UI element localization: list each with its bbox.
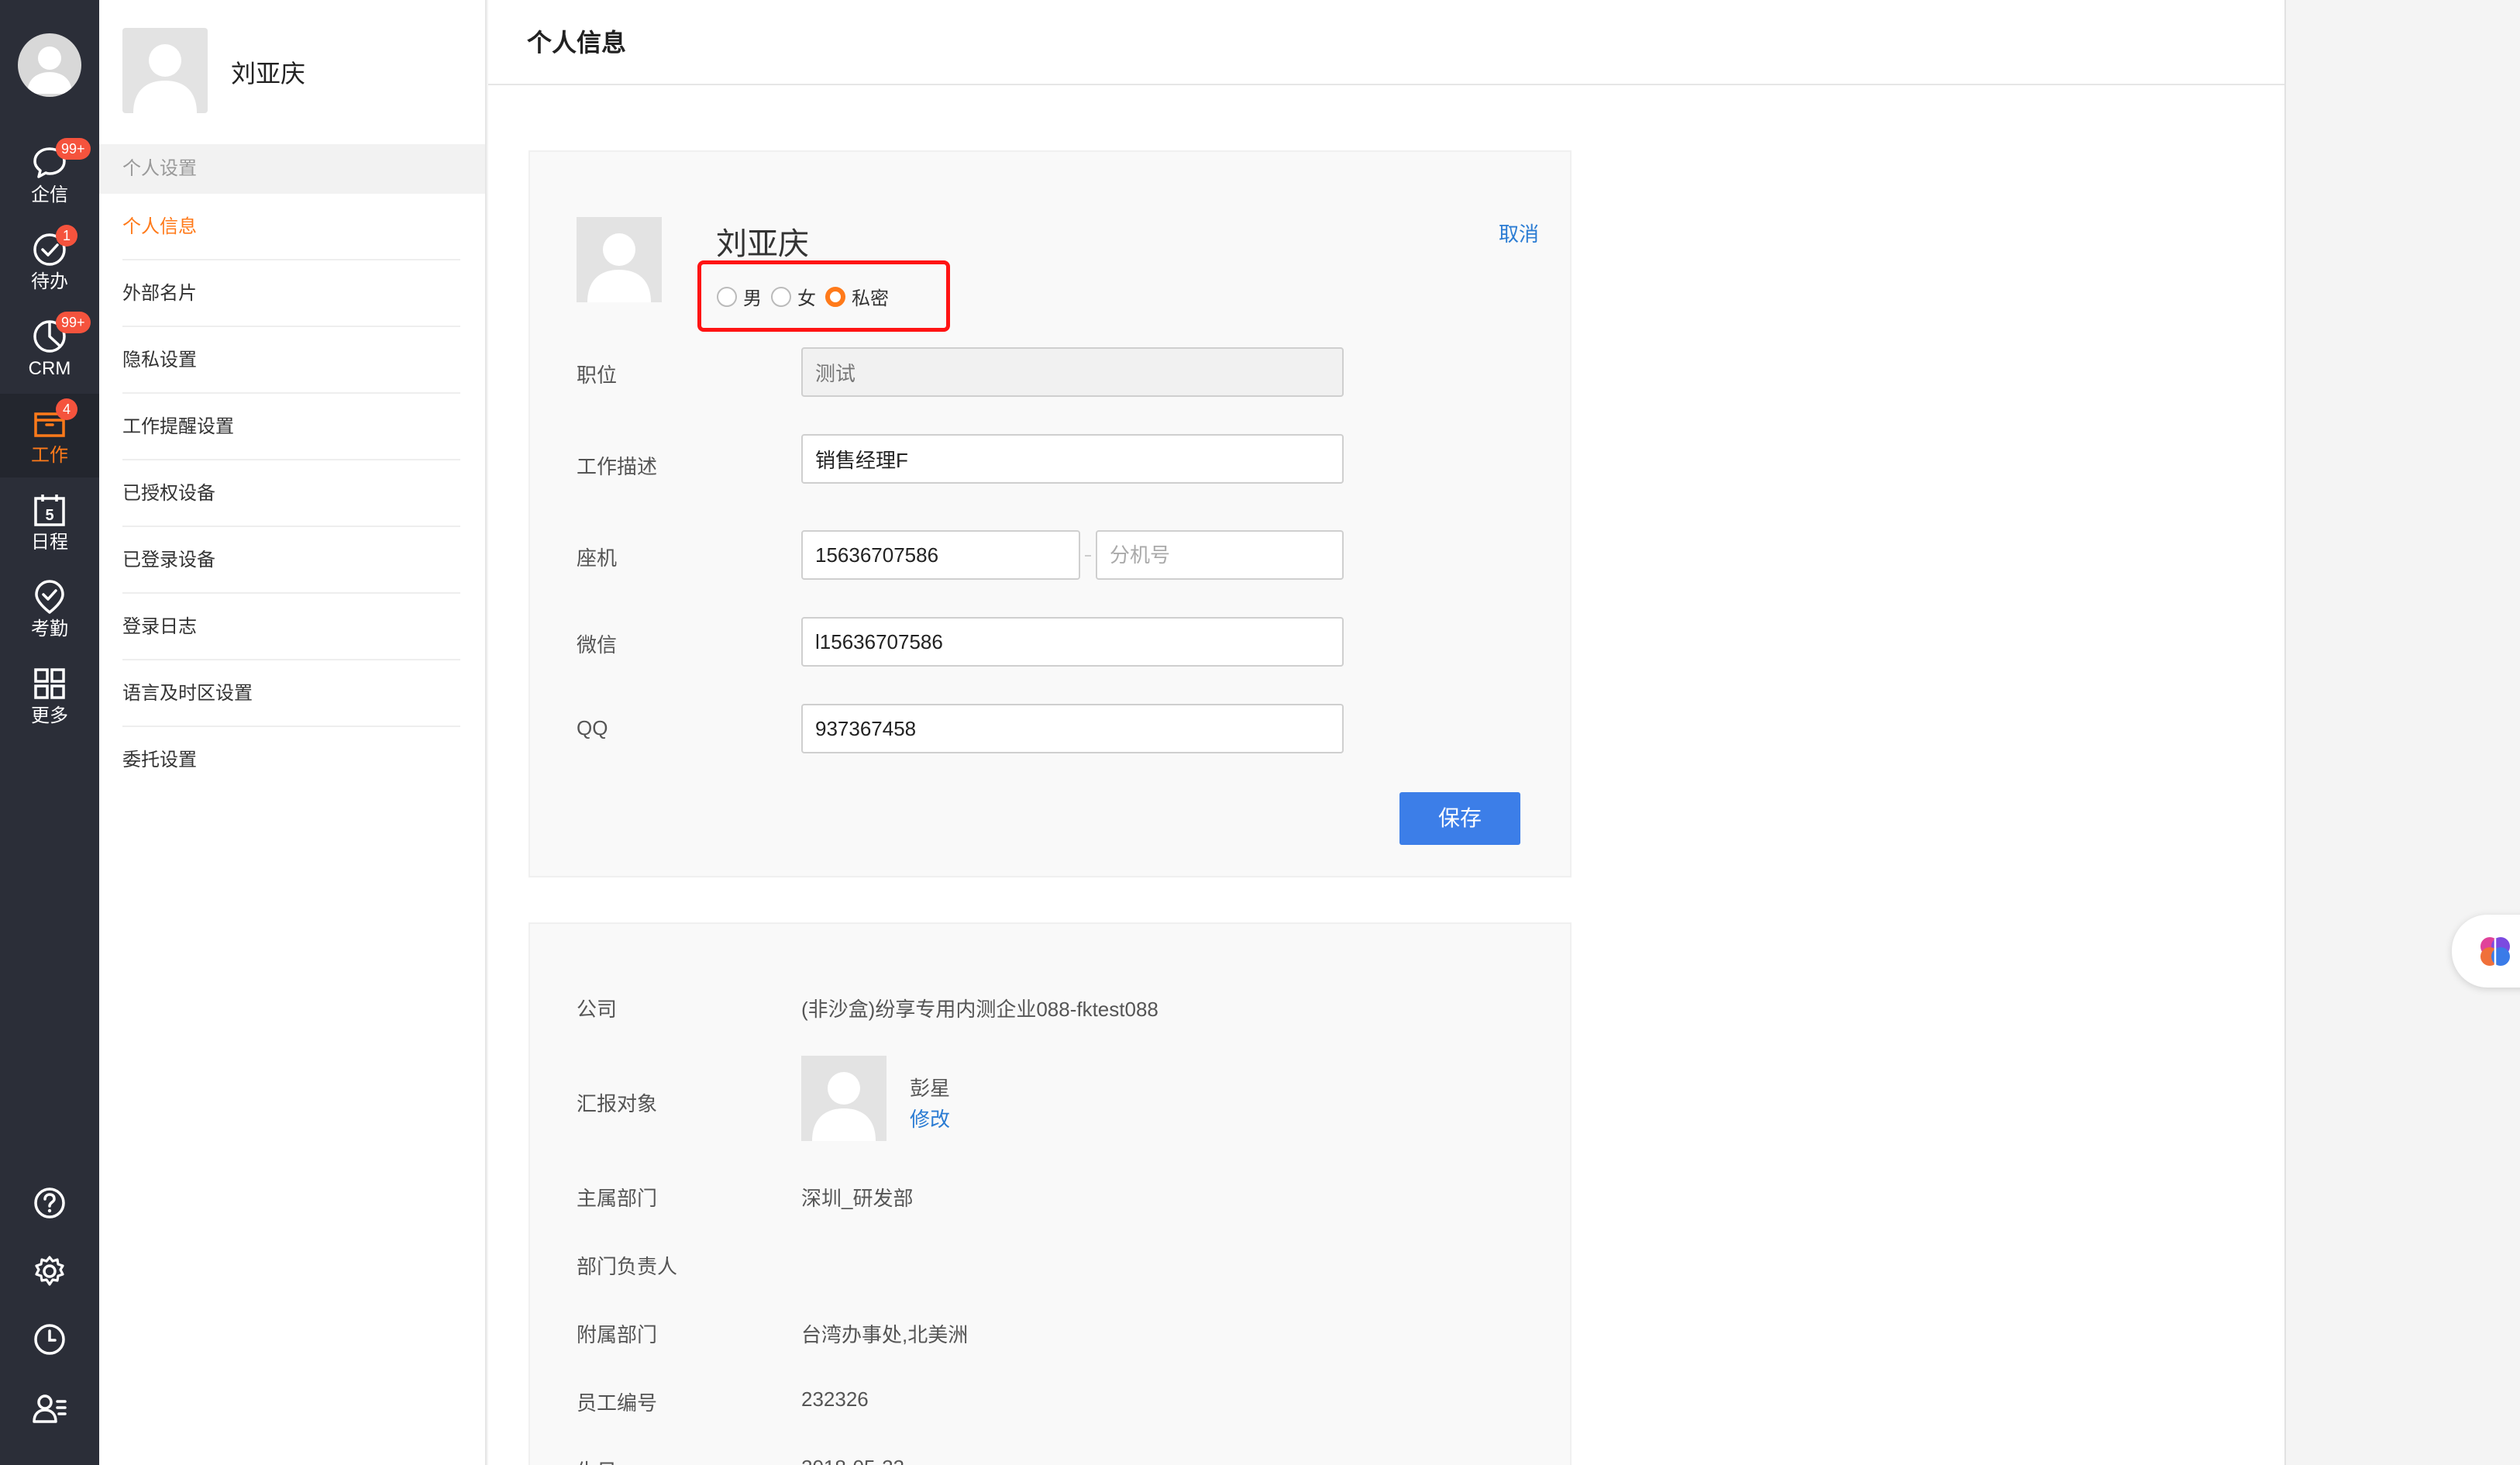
nav-qixin-label: 企信 [31,184,68,205]
assistant-float-button[interactable] [2452,915,2520,988]
location-check-icon [35,580,64,614]
phone-label: 座机 [577,546,618,570]
nav-todo[interactable]: 1 待办 [0,220,99,304]
profile-edit-card: 刘亚庆 取消 男 女 私密 职位 工作描述 座机 微信 QQ 保存 [528,150,1572,877]
nav-crm[interactable]: 99+ CRM [0,307,99,391]
wechat-field[interactable] [801,617,1344,667]
report-to-edit-link[interactable]: 修改 [910,1104,950,1132]
sidebar-avatar [122,28,208,113]
default-avatar-icon [27,47,72,94]
gender-radio-private[interactable] [825,286,845,307]
position-field [801,347,1344,397]
nav-crm-label: CRM [28,358,71,379]
nav-crm-badge: 99+ [56,312,91,333]
employee-no-value: 232326 [801,1387,869,1411]
nav-more-label: 更多 [31,705,68,726]
birthday-value: 2018-05-22 [801,1456,904,1465]
nav-schedule-label: 日程 [31,532,68,553]
main-panel: 个人信息 刘亚庆 取消 男 女 私密 职位 工作描述 座机 [488,0,2284,1465]
report-to-label: 汇报对象 [577,1092,658,1115]
gender-radio-male[interactable] [717,286,737,307]
cancel-button[interactable]: 取消 [1499,219,1539,247]
main-dept-value: 深圳_研发部 [801,1187,914,1210]
employee-no-label: 员工编号 [577,1391,658,1415]
menu-item-personal-info[interactable]: 个人信息 [122,194,460,260]
main-dept-label: 主属部门 [577,1187,658,1210]
app-nav-rail: 99+ 企信 1 待办 99+ CRM 4 工作 5 日程 考勤 更多 [0,0,99,1465]
clock-icon[interactable] [31,1321,68,1358]
default-avatar-icon [587,233,651,302]
menu-item-privacy[interactable]: 隐私设置 [122,327,460,394]
company-value: (非沙盒)纷享专用内测企业088-fktest088 [801,998,1158,1021]
user-avatar[interactable] [18,33,81,97]
main-header: 个人信息 [488,0,2284,85]
ai-brain-icon [2480,937,2510,966]
position-label: 职位 [577,364,618,387]
right-gutter [2284,0,2520,1465]
nav-attendance-label: 考勤 [31,619,68,639]
nav-schedule[interactable]: 5 日程 [0,481,99,564]
wechat-label: 微信 [577,633,618,657]
sub-dept-label: 附属部门 [577,1323,658,1346]
nav-qixin[interactable]: 99+ 企信 [0,133,99,217]
menu-item-logged-in-devices[interactable]: 已登录设备 [122,527,460,594]
calendar-icon: 5 [34,495,65,526]
sidebar-user-name: 刘亚庆 [231,60,306,88]
birthday-label: 生日 [577,1456,617,1465]
gender-label-male: 男 [743,288,762,309]
nav-work-label: 工作 [31,445,68,466]
contacts-icon[interactable] [31,1389,68,1426]
qq-label: QQ [577,716,608,739]
settings-sidebar: 刘亚庆 个人设置 个人信息 外部名片 隐私设置 工作提醒设置 已授权设备 已登录… [99,0,487,1465]
help-icon[interactable] [31,1184,68,1222]
profile-name: 刘亚庆 [716,227,809,261]
gender-radio-group: 男 女 私密 [717,283,898,310]
nav-work[interactable]: 4 工作 [0,394,99,477]
grid-icon [34,668,65,699]
report-to-avatar [801,1056,886,1141]
default-avatar-icon [812,1072,876,1141]
report-to-name: 彭星 [910,1077,951,1100]
company-label: 公司 [577,998,618,1021]
phone-separator [1085,555,1091,557]
settings-menu: 个人信息 外部名片 隐私设置 工作提醒设置 已授权设备 已登录设备 登录日志 语… [122,194,460,794]
menu-item-login-log[interactable]: 登录日志 [122,594,460,660]
menu-item-language-timezone[interactable]: 语言及时区设置 [122,660,460,727]
job-desc-field[interactable] [801,434,1344,484]
nav-todo-badge: 1 [56,225,77,246]
org-info-card: 公司 (非沙盒)纷享专用内测企业088-fktest088 汇报对象 彭星 修改… [528,922,1572,1465]
menu-item-authorized-devices[interactable]: 已授权设备 [122,460,460,527]
gender-label-private: 私密 [852,288,889,309]
calendar-day: 5 [45,507,53,524]
default-avatar-icon [133,44,197,113]
nav-todo-label: 待办 [31,271,68,292]
nav-attendance[interactable]: 考勤 [0,567,99,651]
menu-item-external-card[interactable]: 外部名片 [122,260,460,327]
nav-qixin-badge: 99+ [56,138,91,160]
sub-dept-value: 台湾办事处,北美洲 [801,1323,969,1346]
gender-label-female: 女 [797,288,816,309]
qq-field[interactable] [801,704,1344,753]
phone-field[interactable] [801,530,1080,580]
menu-item-delegation[interactable]: 委托设置 [122,727,460,794]
save-button[interactable]: 保存 [1399,792,1520,845]
menu-item-work-reminder[interactable]: 工作提醒设置 [122,394,460,460]
extension-field[interactable] [1096,530,1344,580]
gender-radio-female[interactable] [771,286,791,307]
nav-work-badge: 4 [56,398,77,420]
gender-selector-highlight: 男 女 私密 [697,260,950,332]
settings-icon[interactable] [31,1253,68,1290]
page-title: 个人信息 [527,29,627,57]
sidebar-section-title: 个人设置 [99,144,485,194]
nav-more[interactable]: 更多 [0,654,99,738]
dept-head-label: 部门负责人 [577,1255,678,1278]
profile-avatar[interactable] [577,217,662,302]
job-desc-label: 工作描述 [577,455,658,478]
